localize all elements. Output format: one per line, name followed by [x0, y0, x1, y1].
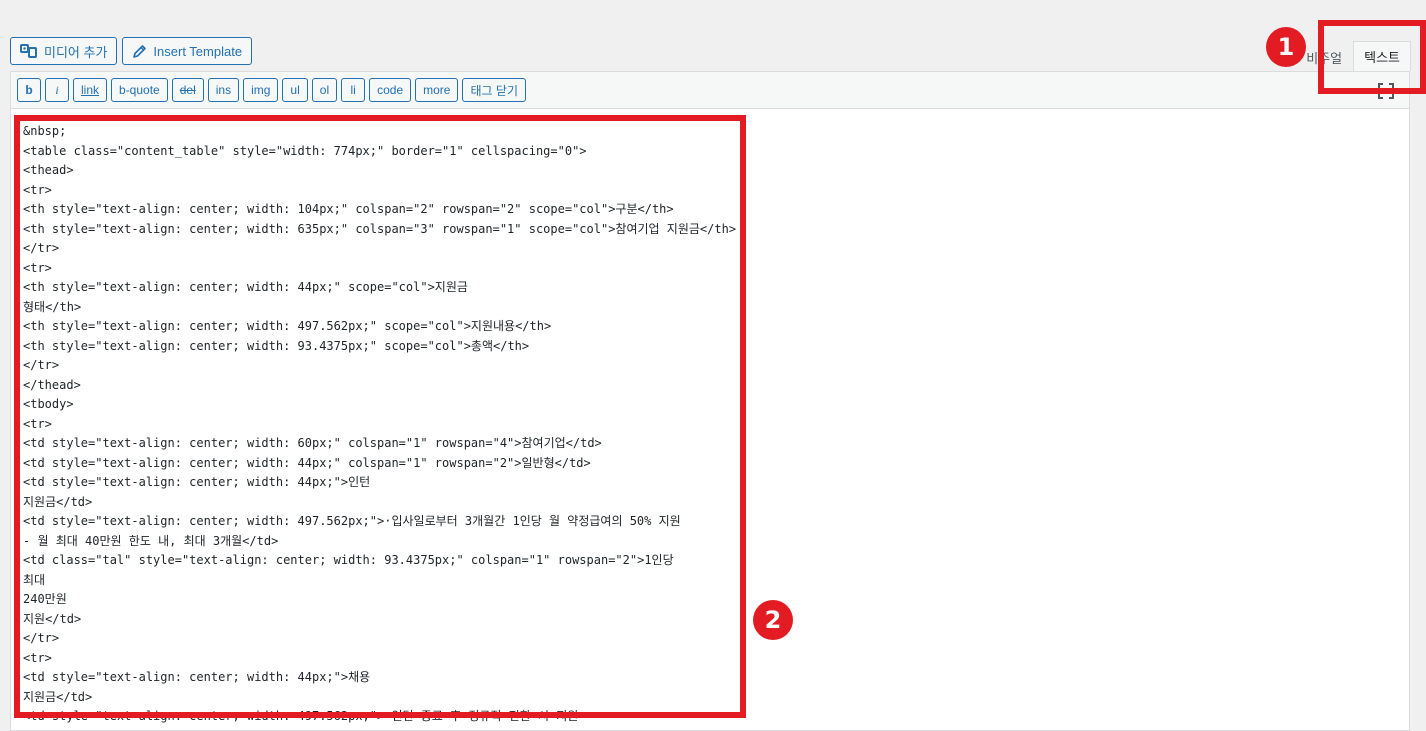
code-line: <tr> [23, 260, 52, 275]
code-line: 최대 [23, 572, 46, 587]
quicktags-toolbar: b i link b-quote del ins img ul ol li co… [11, 72, 1409, 109]
code-line: <thead> [23, 163, 74, 177]
code-line: 지원금</td> [23, 689, 93, 704]
code-line: <td class="tal" style="text-align: cente… [23, 553, 674, 567]
code-line: <table class="content_table" style="widt… [23, 143, 587, 158]
code-line: </tr> [23, 631, 60, 645]
pencil-icon [133, 44, 147, 58]
qt-close-tags-button[interactable]: 태그 닫기 [462, 78, 526, 102]
fullscreen-icon[interactable] [1377, 82, 1395, 100]
code-line: <td style="text-align: center; width: 44… [23, 475, 371, 489]
media-buttons: 미디어 추가 Insert Template [10, 37, 253, 67]
code-line: - 월 최대 40만원 한도 내, 최대 3개월</td> [23, 533, 279, 548]
media-icon [20, 44, 37, 58]
qt-code-button[interactable]: code [369, 78, 412, 102]
qt-li-button[interactable]: li [341, 78, 366, 102]
code-line: <th style="text-align: center; width: 49… [23, 319, 552, 333]
step-badge-1: 1 [1266, 27, 1306, 67]
qt-italic-button[interactable]: i [45, 78, 69, 102]
qt-ul-button[interactable]: ul [282, 78, 308, 102]
step-badge-2: 2 [753, 600, 793, 640]
code-line: <th style="text-align: center; width: 10… [23, 202, 674, 216]
code-line: <th style="text-align: center; width: 93… [23, 338, 530, 353]
qt-img-button[interactable]: img [243, 78, 279, 102]
insert-template-button[interactable]: Insert Template [122, 37, 253, 65]
code-line: <td style="text-align: center; width: 49… [23, 709, 579, 723]
code-line: </tr> [23, 241, 60, 255]
code-line: <td style="text-align: center; width: 49… [23, 514, 681, 528]
qt-del-button[interactable]: del [171, 78, 204, 102]
code-line: 지원</td> [23, 611, 82, 626]
code-line: <th style="text-align: center; width: 63… [23, 221, 737, 236]
insert-template-label: Insert Template [153, 43, 243, 59]
qt-ol-button[interactable]: ol [311, 78, 338, 102]
qt-ins-button[interactable]: ins [207, 78, 240, 102]
add-media-label: 미디어 추가 [44, 44, 108, 60]
qt-more-button[interactable]: more [415, 78, 459, 102]
code-line: <td style="text-align: center; width: 44… [23, 670, 371, 684]
qt-bold-button[interactable]: b [17, 78, 41, 102]
code-line: <tr> [23, 650, 52, 665]
editor-tabs: 비주얼 텍스트 [1295, 41, 1411, 71]
tab-text[interactable]: 텍스트 [1353, 41, 1411, 71]
code-line: <tr> [23, 416, 52, 431]
code-line: <th style="text-align: center; width: 44… [23, 280, 468, 294]
code-line: <td style="text-align: center; width: 44… [23, 455, 591, 470]
code-line: &nbsp; [23, 124, 67, 138]
code-textarea[interactable]: &nbsp; <table class="content_table" style… [23, 122, 1399, 730]
qt-blockquote-button[interactable]: b-quote [111, 78, 168, 102]
code-line: 지원금</td> [23, 494, 93, 509]
code-line: <td style="text-align: center; width: 60… [23, 436, 602, 450]
code-line: <tbody> [23, 397, 74, 411]
text-editor: b i link b-quote del ins img ul ol li co… [10, 71, 1410, 731]
code-line: 240만원 [23, 592, 67, 606]
code-line: </thead> [23, 377, 81, 392]
add-media-button[interactable]: 미디어 추가 [10, 37, 118, 65]
code-line: 형태</th> [23, 299, 82, 314]
qt-link-button[interactable]: link [73, 78, 108, 102]
code-line: <tr> [23, 182, 52, 197]
code-line: </tr> [23, 358, 60, 372]
